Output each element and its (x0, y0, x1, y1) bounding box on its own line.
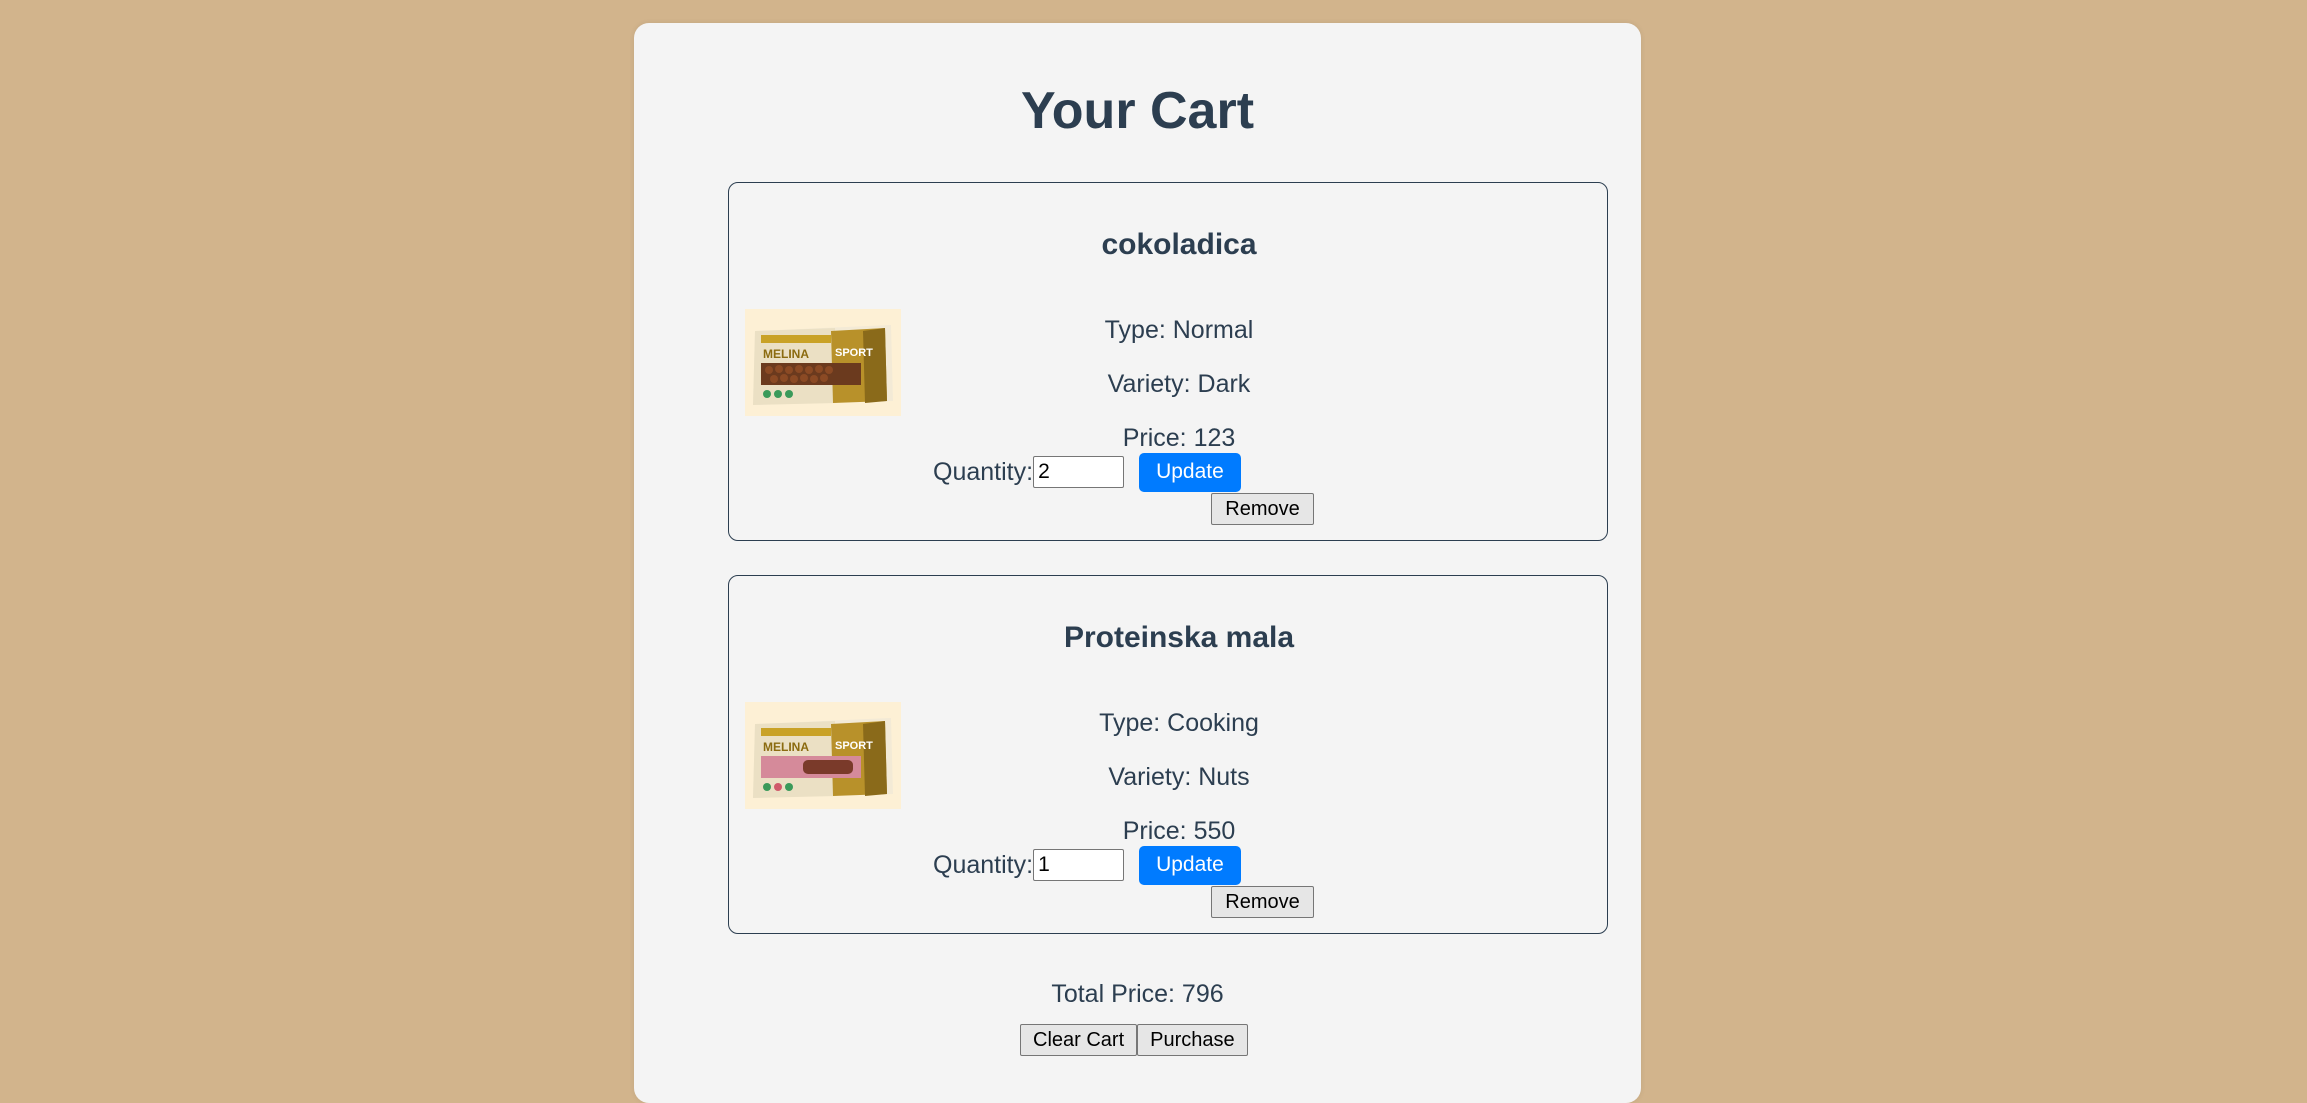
total-price: Total Price: 796 (1051, 980, 1224, 1008)
remove-button[interactable]: Remove (1211, 493, 1314, 525)
chocolate-bar-product-image: MELINA SPORT (745, 309, 901, 416)
remove-button[interactable]: Remove (1211, 886, 1314, 918)
product-name: Proteinska mala (1063, 621, 1295, 654)
update-button[interactable]: Update (1139, 845, 1241, 885)
protein-bar-product-image: MELINA SPORT (745, 702, 901, 809)
product-name: cokoladica (1101, 228, 1257, 261)
cart-item: MELINA SPORT Proteinska mala Type: Cooki… (728, 575, 1608, 934)
product-type: Type: Normal (1104, 316, 1254, 344)
svg-text:SPORT: SPORT (835, 740, 873, 752)
cart-actions: Clear Cart Purchase (1020, 1024, 1248, 1056)
purchase-button[interactable]: Purchase (1137, 1024, 1248, 1056)
svg-text:MELINA: MELINA (763, 740, 809, 754)
quantity-row: Quantity: Update (933, 845, 1241, 885)
product-variety: Variety: Dark (1107, 370, 1251, 398)
update-button[interactable]: Update (1139, 452, 1241, 492)
quantity-row: Quantity: Update (933, 452, 1241, 492)
svg-text:SPORT: SPORT (835, 347, 873, 359)
product-price: Price: 550 (1122, 817, 1236, 845)
quantity-label: Quantity: (933, 850, 1034, 879)
cart-item: MELINA SPORT cokoladica Type: Normal Var… (728, 182, 1608, 541)
product-variety: Variety: Nuts (1108, 763, 1250, 791)
clear-cart-button[interactable]: Clear Cart (1020, 1024, 1138, 1056)
svg-text:MELINA: MELINA (763, 347, 809, 361)
quantity-label: Quantity: (933, 457, 1034, 486)
cart-panel: Your Cart MELINA SPORT cokoladica Type: … (634, 23, 1641, 1103)
product-type: Type: Cooking (1099, 709, 1259, 737)
quantity-input[interactable] (1033, 456, 1125, 488)
page-title: Your Cart (1020, 82, 1255, 140)
quantity-input[interactable] (1033, 849, 1125, 881)
product-price: Price: 123 (1122, 424, 1236, 452)
product-image: MELINA SPORT (745, 309, 901, 416)
product-image: MELINA SPORT (745, 702, 901, 809)
